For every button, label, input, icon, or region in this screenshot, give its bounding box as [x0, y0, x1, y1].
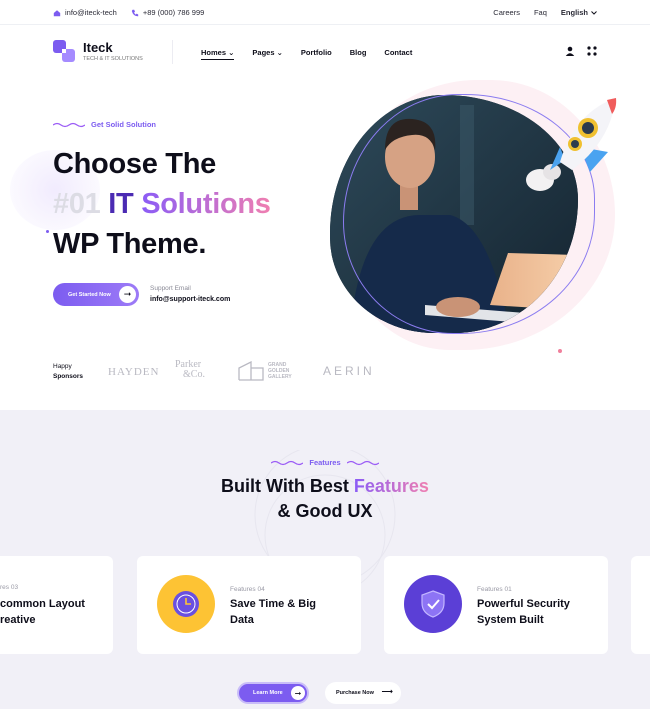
decor-dot — [558, 349, 562, 353]
learn-more-button[interactable]: Learn More ➞ — [237, 682, 309, 704]
sponsors-label-line-1: Happy — [53, 363, 72, 370]
grid-menu-icon[interactable] — [587, 46, 597, 56]
sponsor-logo-parker: Parker &Co. — [175, 360, 205, 380]
get-started-button[interactable]: Get Started Now ➞ — [53, 283, 139, 306]
hero-eyebrow: Get Solid Solution — [53, 120, 156, 129]
feature-card-title-line-2: Data — [230, 614, 254, 626]
sponsor-logo-aerin: AERIN — [323, 364, 375, 378]
feature-card-title: Powerful Security System Built — [477, 596, 570, 628]
feature-card-number: Features 04 — [230, 586, 265, 593]
nav-item-blog[interactable]: Blog — [350, 48, 367, 60]
nav-item-label: Homes — [201, 48, 227, 57]
features-title-highlight: Features — [353, 476, 429, 496]
chevron-down-icon: ⌄ — [228, 48, 235, 57]
header-divider — [172, 40, 173, 64]
clock-icon — [157, 575, 215, 633]
wave-icon — [53, 122, 85, 127]
gallery-logo-line-3: GALLERY — [268, 374, 292, 380]
sponsor-logo-grand-gallery: GRAND GOLDEN GALLERY — [238, 361, 292, 381]
features-title-text: Built With Best — [221, 476, 349, 496]
hero-title-line-1: Choose The — [53, 148, 216, 180]
learn-more-label: Learn More — [253, 690, 283, 696]
sponsor-logo-hayden: HAYDEN — [108, 366, 160, 378]
logo-tagline: TECH & IT SOLUTIONS — [83, 55, 143, 62]
chevron-down-icon — [591, 10, 597, 15]
topbar-link-careers[interactable]: Careers — [493, 8, 520, 17]
wave-icon — [346, 460, 379, 465]
topbar-link-faq[interactable]: Faq — [534, 8, 547, 17]
get-started-label: Get Started Now — [68, 291, 111, 298]
feature-card-title-line-2: reative — [0, 614, 36, 626]
main-nav: Homes ⌄ Pages ⌄ Portfolio Blog Contact — [201, 48, 412, 60]
arrow-right-icon: ⟶ — [381, 687, 393, 696]
feature-card[interactable]: Features 04 Save Time & Big Data — [137, 556, 361, 654]
features-eyebrow: Features — [0, 458, 650, 467]
arrow-right-icon: ➞ — [119, 286, 136, 303]
features-title-line-2: & Good UX — [277, 501, 373, 521]
feature-card-title-line-1: Powerful Security — [477, 598, 570, 610]
wave-icon — [271, 460, 304, 465]
sponsors-label: Happy Sponsors — [53, 362, 83, 382]
logo[interactable]: Iteck TECH & IT SOLUTIONS — [53, 40, 143, 62]
chevron-down-icon: ⌄ — [276, 48, 283, 57]
arrow-right-icon: ➞ — [291, 686, 305, 700]
support-email-label: Support Email — [150, 285, 191, 292]
nav-item-pages[interactable]: Pages ⌄ — [252, 48, 283, 60]
sponsor-logo-parker-line-2: &Co. — [183, 369, 205, 380]
topbar-email[interactable]: info@iteck-tech — [53, 8, 117, 17]
hero-eyebrow-text: Get Solid Solution — [91, 120, 156, 129]
shield-icon — [404, 575, 462, 633]
logo-mark-icon — [53, 40, 75, 62]
feature-card-title-line-1: Save Time & Big — [230, 598, 316, 610]
user-icon[interactable] — [565, 46, 575, 56]
support-email-value[interactable]: info@support-iteck.com — [150, 296, 230, 303]
header-icons — [565, 46, 597, 56]
feature-card-number: Features 01 — [477, 586, 512, 593]
sponsors-label-line-2: Sponsors — [53, 373, 83, 380]
hero-title-number: #01 — [53, 188, 101, 220]
nav-item-portfolio[interactable]: Portfolio — [301, 48, 332, 60]
top-bar: info@iteck-tech +89 (000) 786 999 Career… — [0, 0, 650, 25]
language-selector[interactable]: English — [561, 8, 597, 17]
logo-name: Iteck — [83, 39, 113, 55]
feature-card[interactable]: res 03 common Layout reative — [0, 556, 113, 654]
nav-item-contact[interactable]: Contact — [384, 48, 412, 60]
features-eyebrow-text: Features — [309, 458, 341, 467]
hero-title-line-2: #01 IT Solutions — [53, 190, 271, 219]
gallery-logo-icon — [238, 361, 264, 381]
phone-icon — [131, 9, 139, 16]
features-title-line-1: Built With Best Features — [0, 474, 650, 498]
purchase-now-button[interactable]: Purchase Now ⟶ — [325, 682, 401, 704]
support-email-block: Support Email info@support-iteck.com — [150, 285, 230, 303]
nav-item-label: Pages — [252, 48, 275, 57]
feature-card[interactable] — [631, 556, 650, 654]
feature-card[interactable]: Features 01 Powerful Security System Bui… — [384, 556, 608, 654]
main-header: Iteck TECH & IT SOLUTIONS Homes ⌄ Pages … — [0, 26, 650, 78]
feature-card-title-line-1: common Layout — [0, 598, 85, 610]
rocket-icon — [526, 98, 617, 191]
hero-title-it: IT — [108, 188, 134, 220]
features-section: Features Built With Best Features & Good… — [0, 410, 650, 709]
topbar-phone[interactable]: +89 (000) 786 999 — [131, 8, 205, 17]
feature-card-title-line-2: System Built — [477, 614, 544, 626]
feature-card-number: res 03 — [0, 584, 19, 591]
nav-item-homes[interactable]: Homes ⌄ — [201, 48, 235, 60]
topbar-phone-text: +89 (000) 786 999 — [142, 8, 205, 17]
topbar-email-text: info@iteck-tech — [65, 8, 117, 17]
feature-card-title: Save Time & Big Data — [230, 596, 316, 628]
purchase-now-label: Purchase Now — [336, 690, 374, 696]
hero-title-line-3: WP Theme. — [53, 228, 207, 260]
home-mail-icon — [53, 9, 61, 16]
language-label: English — [560, 8, 588, 17]
feature-card-title: common Layout reative — [0, 596, 85, 628]
decor-dot — [46, 230, 49, 233]
hero-title-solutions: Solutions — [141, 188, 271, 220]
